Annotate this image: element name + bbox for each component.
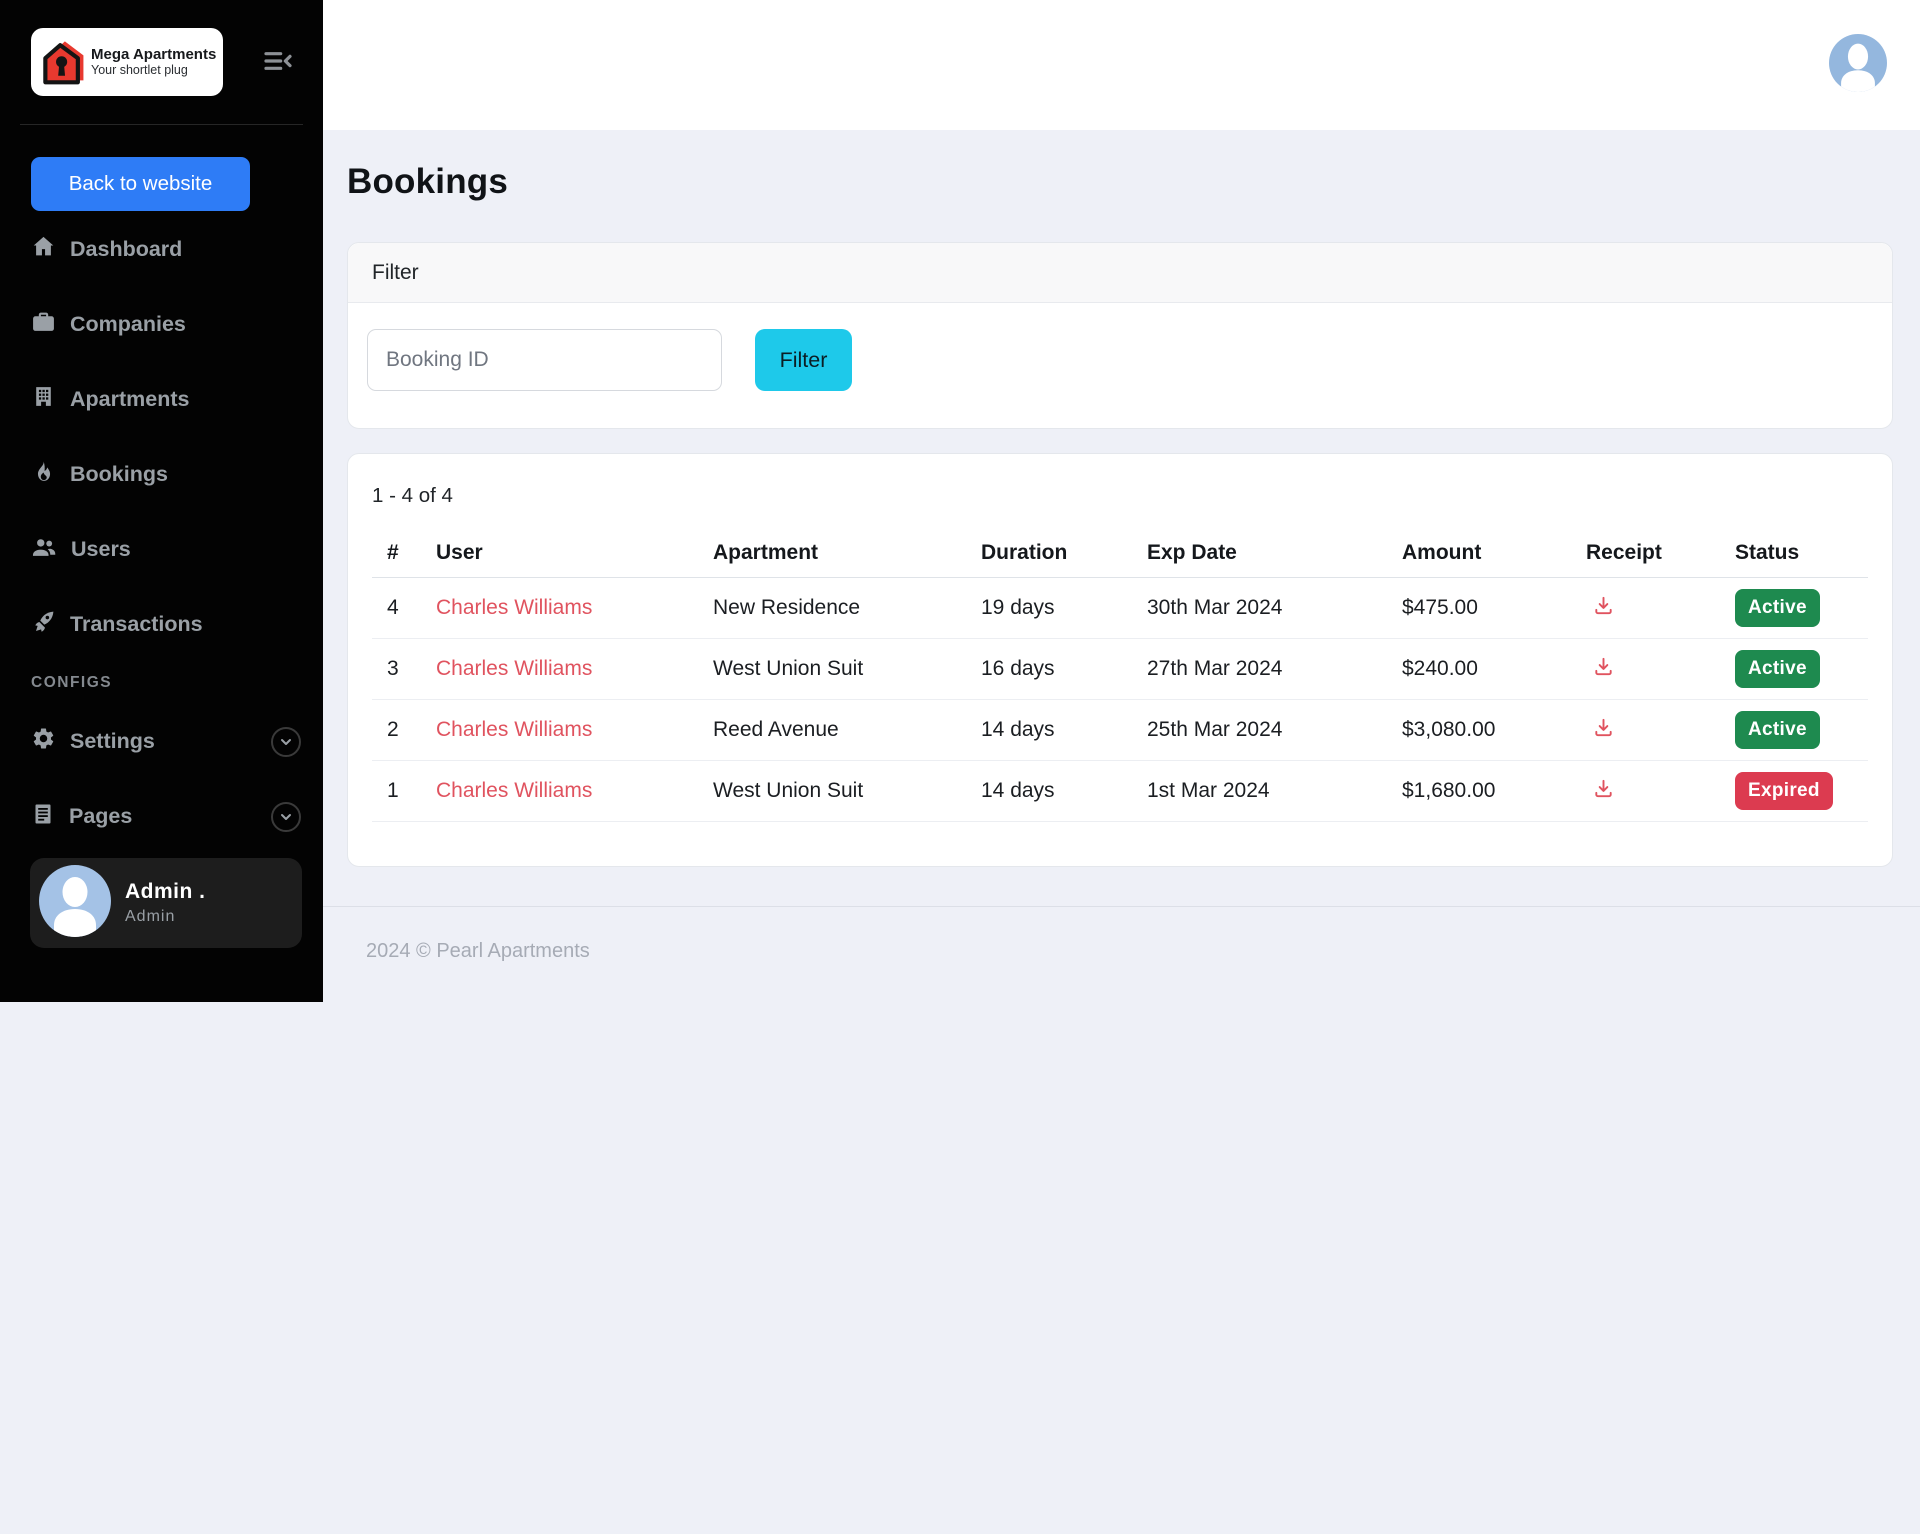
duration-cell: 14 days	[981, 779, 1055, 802]
filter-card: Filter Filter	[347, 242, 1893, 429]
amount-cell: $3,080.00	[1402, 718, 1496, 741]
apartment-cell: New Residence	[713, 596, 861, 619]
footer-divider	[323, 906, 1920, 907]
sidebar-nav: Dashboard Companies Apartments Bookings …	[0, 212, 323, 854]
briefcase-icon	[31, 309, 56, 340]
user-link[interactable]: Charles Williams	[436, 596, 592, 619]
house-keyhole-icon	[37, 34, 89, 91]
chevron-down-icon[interactable]	[271, 726, 301, 757]
apartment-cell: Reed Avenue	[713, 718, 839, 741]
sidebar-item-label: Bookings	[70, 462, 168, 486]
sidebar-item-label: Transactions	[70, 612, 203, 636]
filter-button[interactable]: Filter	[755, 329, 852, 391]
duration-cell: 14 days	[981, 718, 1055, 741]
duration-cell: 16 days	[981, 657, 1055, 680]
page-title: Bookings	[347, 162, 509, 201]
amount-cell: $240.00	[1402, 657, 1478, 680]
duration-cell: 19 days	[981, 596, 1055, 619]
sidebar-item-settings[interactable]: Settings	[0, 704, 323, 779]
rocket-icon	[31, 609, 56, 640]
back-to-website-button[interactable]: Back to website	[31, 157, 250, 211]
sidebar-divider	[20, 124, 303, 125]
column-header: User	[436, 540, 483, 564]
download-receipt-button[interactable]	[1586, 594, 1615, 617]
exp-date-cell: 25th Mar 2024	[1147, 718, 1283, 741]
column-header: Exp Date	[1147, 540, 1237, 564]
download-receipt-button[interactable]	[1586, 655, 1615, 678]
table-header-row: # User Apartment Duration Exp Date Amoun…	[372, 528, 1868, 578]
profile-name: Admin .	[125, 880, 206, 903]
sidebar: Mega Apartments Your shortlet plug Back …	[0, 0, 323, 1002]
filter-card-header: Filter	[348, 243, 1892, 303]
table-row: 1 Charles Williams West Union Suit 14 da…	[372, 761, 1868, 822]
sidebar-item-label: Apartments	[70, 387, 190, 411]
column-header: #	[387, 540, 399, 564]
row-number: 1	[387, 779, 399, 802]
sidebar-collapse-button[interactable]	[260, 45, 296, 81]
sidebar-section-configs: CONFIGS	[31, 674, 113, 691]
footer-copyright: 2024 © Pearl Apartments	[366, 940, 590, 962]
sidebar-item-pages[interactable]: Pages	[0, 779, 323, 854]
profile-role: Admin	[125, 908, 176, 925]
row-number: 4	[387, 596, 399, 619]
column-header: Apartment	[713, 540, 819, 564]
brand-logo[interactable]: Mega Apartments Your shortlet plug	[31, 28, 223, 96]
sidebar-item-label: Pages	[69, 804, 133, 828]
result-count: 1 - 4 of 4	[372, 484, 453, 507]
sidebar-profile[interactable]: Admin . Admin	[30, 858, 302, 948]
apartment-cell: West Union Suit	[713, 779, 864, 802]
column-header: Receipt	[1586, 540, 1662, 564]
bookings-table-card: 1 - 4 of 4 # User Apartment Duration Exp…	[347, 453, 1893, 867]
user-link[interactable]: Charles Williams	[436, 779, 592, 802]
sidebar-item-label: Companies	[70, 312, 186, 336]
amount-cell: $1,680.00	[1402, 779, 1496, 802]
user-avatar-button[interactable]	[1829, 34, 1887, 92]
download-receipt-button[interactable]	[1586, 777, 1615, 800]
exp-date-cell: 27th Mar 2024	[1147, 657, 1283, 680]
brand-name: Mega Apartments	[91, 46, 217, 64]
brand-tagline: Your shortlet plug	[91, 63, 188, 78]
column-header: Duration	[981, 540, 1068, 564]
user-link[interactable]: Charles Williams	[436, 718, 592, 741]
document-icon	[31, 802, 55, 832]
user-link[interactable]: Charles Williams	[436, 657, 592, 680]
main-content: Bookings Filter Filter 1 - 4 of 4 # User…	[347, 130, 1893, 867]
home-icon	[31, 234, 56, 265]
status-badge: Expired	[1735, 772, 1833, 810]
menu-fold-icon	[262, 45, 294, 82]
status-badge: Active	[1735, 711, 1820, 749]
sidebar-item-dashboard[interactable]: Dashboard	[0, 212, 323, 287]
sidebar-item-label: Dashboard	[70, 237, 183, 261]
column-header: Status	[1735, 540, 1800, 564]
gear-icon	[31, 726, 56, 757]
download-receipt-button[interactable]	[1586, 716, 1615, 739]
flame-icon	[31, 459, 56, 490]
avatar	[39, 864, 111, 942]
chevron-down-icon[interactable]	[271, 801, 301, 832]
users-icon	[31, 534, 57, 566]
bookings-table: # User Apartment Duration Exp Date Amoun…	[372, 528, 1868, 822]
table-row: 3 Charles Williams West Union Suit 16 da…	[372, 639, 1868, 700]
booking-id-input[interactable]	[367, 329, 722, 391]
sidebar-item-label: Settings	[70, 729, 155, 753]
apartment-cell: West Union Suit	[713, 657, 864, 680]
column-header: Amount	[1402, 540, 1482, 564]
topbar	[323, 0, 1920, 130]
table-row: 4 Charles Williams New Residence 19 days…	[372, 578, 1868, 639]
row-number: 2	[387, 718, 399, 741]
amount-cell: $475.00	[1402, 596, 1478, 619]
sidebar-item-apartments[interactable]: Apartments	[0, 362, 323, 437]
sidebar-item-bookings[interactable]: Bookings	[0, 437, 323, 512]
status-badge: Active	[1735, 650, 1820, 688]
table-row: 2 Charles Williams Reed Avenue 14 days 2…	[372, 700, 1868, 761]
exp-date-cell: 30th Mar 2024	[1147, 596, 1283, 619]
row-number: 3	[387, 657, 399, 680]
exp-date-cell: 1st Mar 2024	[1147, 779, 1270, 802]
sidebar-item-label: Users	[71, 537, 131, 561]
status-badge: Active	[1735, 589, 1820, 627]
building-icon	[31, 384, 56, 415]
sidebar-item-companies[interactable]: Companies	[0, 287, 323, 362]
sidebar-item-transactions[interactable]: Transactions	[0, 587, 323, 662]
sidebar-item-users[interactable]: Users	[0, 512, 323, 587]
